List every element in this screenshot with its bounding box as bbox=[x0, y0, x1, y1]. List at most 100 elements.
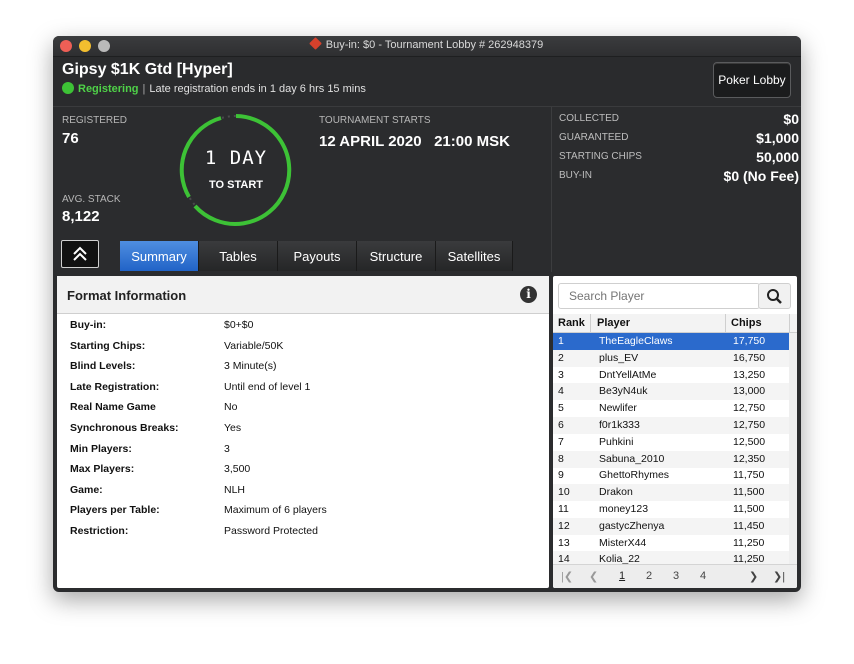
tab-tables[interactable]: Tables bbox=[199, 241, 278, 271]
tournament-name: Gipsy $1K Gtd [Hyper] bbox=[62, 61, 233, 78]
poker-lobby-button[interactable]: Poker Lobby bbox=[713, 62, 791, 98]
page-2[interactable]: 2 bbox=[646, 570, 652, 582]
player-chips: 13,250 bbox=[733, 368, 766, 381]
format-row-value: Variable/50K bbox=[224, 339, 284, 352]
format-row-label: Players per Table: bbox=[70, 504, 160, 517]
page-1[interactable]: 1 bbox=[619, 570, 625, 582]
format-row: Game: NLH bbox=[57, 481, 549, 501]
format-row-value: Maximum of 6 players bbox=[224, 504, 327, 517]
player-row[interactable]: 7 Puhkini 12,500 bbox=[553, 434, 789, 451]
prize-info-panel: COLLECTED $0 GUARANTEED $1,000 STARTING … bbox=[551, 107, 801, 272]
format-row: Synchronous Breaks: Yes bbox=[57, 419, 549, 439]
format-row-label: Buy-in: bbox=[70, 319, 107, 331]
page-3[interactable]: 3 bbox=[673, 570, 679, 582]
format-row-value: 3 Minute(s) bbox=[224, 360, 277, 373]
registered-value: 76 bbox=[62, 130, 79, 147]
pagination: |❮ ❮ 1 2 3 4 ❯ ❯| bbox=[553, 564, 797, 588]
player-name: money123 bbox=[599, 503, 649, 515]
tab-payouts[interactable]: Payouts bbox=[278, 241, 357, 271]
player-chips: 12,750 bbox=[733, 419, 766, 431]
player-chips: 13,000 bbox=[733, 385, 766, 398]
tab-summary[interactable]: Summary bbox=[120, 241, 199, 271]
page-4[interactable]: 4 bbox=[700, 570, 706, 582]
player-row[interactable]: 3 DntYellAtMe 13,250 bbox=[553, 367, 789, 384]
format-row-value: 3 bbox=[224, 442, 230, 455]
format-row-label: Late Registration: bbox=[70, 380, 160, 393]
player-list-scrollbar[interactable] bbox=[789, 333, 797, 564]
player-chips: 16,750 bbox=[733, 351, 766, 364]
format-row-label: Blind Levels: bbox=[70, 360, 136, 373]
player-row[interactable]: 8 Sabuna_2010 12,350 bbox=[553, 450, 789, 468]
search-button[interactable] bbox=[758, 283, 791, 309]
player-row[interactable]: 5 Newlifer 12,750 bbox=[553, 400, 789, 417]
info-icon[interactable]: i bbox=[520, 286, 537, 303]
buy-in-label: BUY-IN bbox=[559, 170, 592, 181]
player-row[interactable]: 10 Drakon 11,500 bbox=[553, 484, 789, 502]
player-chips: 12,350 bbox=[733, 452, 766, 465]
tournament-starts-value: 12 APRIL 2020 21:00 MSK bbox=[319, 133, 510, 150]
column-chips[interactable]: Chips bbox=[731, 317, 762, 329]
guaranteed-value: $1,000 bbox=[756, 130, 799, 146]
player-name: f0r1k333 bbox=[599, 419, 640, 431]
search-icon bbox=[767, 289, 782, 304]
column-rank[interactable]: Rank bbox=[558, 317, 585, 329]
format-row: Restriction: Password Protected bbox=[57, 522, 549, 542]
player-row[interactable]: 9 GhettoRhymes 11,750 bbox=[553, 467, 789, 484]
countdown-value: 1 DAY bbox=[204, 147, 268, 169]
last-page-icon[interactable]: ❯| bbox=[773, 570, 785, 583]
double-chevron-up-icon bbox=[73, 246, 87, 261]
title-bar: Buy-in: $0 - Tournament Lobby # 26294837… bbox=[53, 36, 801, 57]
player-row[interactable]: 2 plus_EV 16,750 bbox=[553, 349, 789, 367]
collected-label: COLLECTED bbox=[559, 113, 620, 124]
player-name: Be3yN4uk bbox=[599, 385, 648, 398]
registered-label: REGISTERED bbox=[62, 115, 128, 126]
tournament-starts-label: TOURNAMENT STARTS bbox=[319, 115, 431, 126]
player-row[interactable]: 12 gastycZhenya 11,450 bbox=[553, 517, 789, 535]
starting-chips-label: STARTING CHIPS bbox=[559, 151, 642, 162]
app-logo-icon bbox=[308, 37, 322, 50]
player-list-panel: Rank Player Chips 1 TheEagleClaws 17,750 2 p… bbox=[553, 276, 797, 588]
prev-page-icon[interactable]: ❮ bbox=[589, 570, 598, 583]
player-name: Drakon bbox=[599, 486, 633, 499]
format-row-label: Real Name Game bbox=[70, 401, 156, 414]
first-page-icon[interactable]: |❮ bbox=[561, 570, 573, 583]
player-chips: 11,250 bbox=[733, 536, 765, 549]
player-rank: 9 bbox=[558, 469, 564, 482]
collected-value: $0 bbox=[783, 111, 799, 127]
player-rank: 8 bbox=[558, 452, 564, 465]
player-rank: 4 bbox=[558, 385, 564, 398]
format-row-value: Until end of level 1 bbox=[224, 380, 311, 393]
format-row: Buy-in: $0+$0 bbox=[57, 316, 549, 336]
tab-satellites[interactable]: Satellites bbox=[436, 241, 513, 271]
format-row: Players per Table: Maximum of 6 players bbox=[57, 501, 549, 521]
guaranteed-label: GUARANTEED bbox=[559, 132, 629, 143]
player-row[interactable]: 6 f0r1k333 12,750 bbox=[553, 417, 789, 434]
format-row: Blind Levels: 3 Minute(s) bbox=[57, 357, 549, 377]
collapse-button[interactable] bbox=[61, 240, 99, 268]
format-row-value: 3,500 bbox=[224, 463, 251, 476]
format-row-label: Restriction: bbox=[70, 525, 129, 537]
status-text: Registering bbox=[78, 83, 139, 95]
avg-stack-value: 8,122 bbox=[62, 208, 100, 225]
player-rank: 6 bbox=[558, 419, 564, 431]
player-row[interactable]: 1 TheEagleClaws 17,750 bbox=[553, 333, 789, 350]
next-page-icon[interactable]: ❯ bbox=[749, 570, 758, 583]
player-rank: 1 bbox=[558, 335, 564, 347]
player-name: gastycZhenya bbox=[599, 519, 665, 532]
late-registration-text: Late registration ends in 1 day 6 hrs 15… bbox=[149, 83, 366, 95]
format-row-label: Min Players: bbox=[70, 442, 132, 455]
player-name: Sabuna_2010 bbox=[599, 452, 665, 465]
format-row: Starting Chips: Variable/50K bbox=[57, 337, 549, 357]
window-title: Buy-in: $0 - Tournament Lobby # 26294837… bbox=[53, 37, 801, 51]
format-row-label: Synchronous Breaks: bbox=[70, 422, 179, 434]
column-player[interactable]: Player bbox=[597, 317, 630, 329]
player-name: Newlifer bbox=[599, 402, 637, 415]
player-row[interactable]: 13 MisterX44 11,250 bbox=[553, 535, 789, 552]
search-player-input[interactable] bbox=[567, 288, 751, 304]
player-row[interactable]: 4 Be3yN4uk 13,000 bbox=[553, 383, 789, 401]
format-row: Real Name Game No bbox=[57, 398, 549, 418]
tab-structure[interactable]: Structure bbox=[357, 241, 436, 271]
player-rank: 2 bbox=[558, 351, 564, 364]
player-row[interactable]: 11 money123 11,500 bbox=[553, 501, 789, 518]
starting-chips-value: 50,000 bbox=[756, 149, 799, 165]
